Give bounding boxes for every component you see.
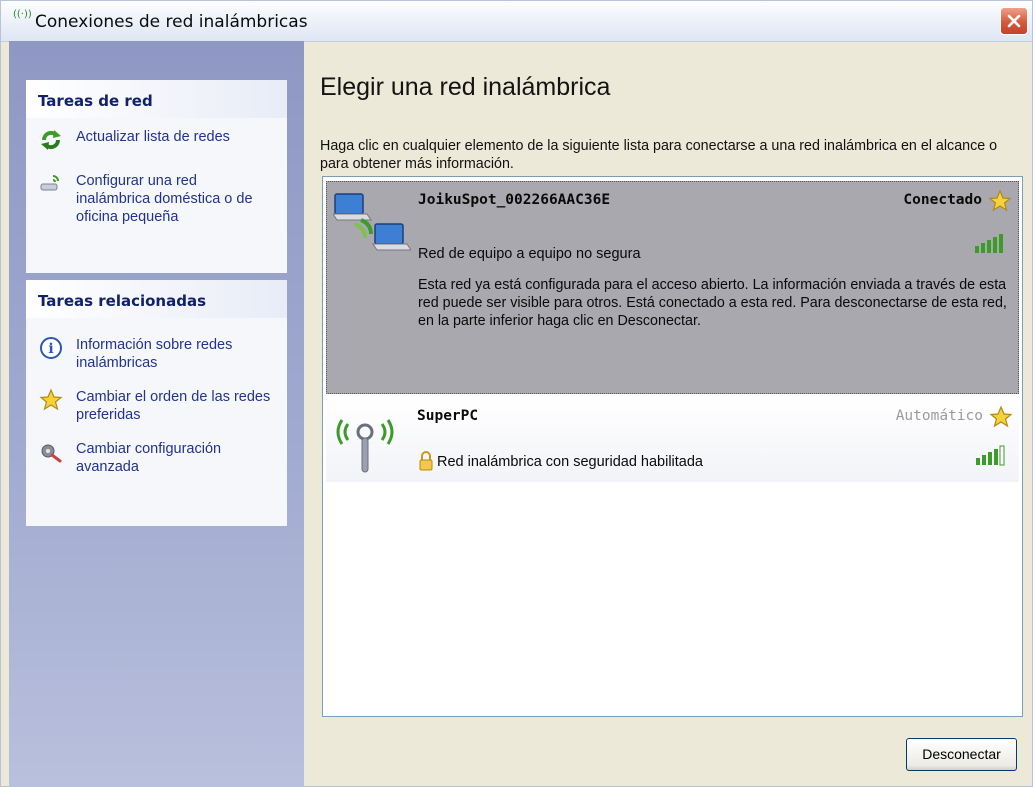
adhoc-computers-icon — [333, 193, 411, 251]
refresh-network-list-label: Actualizar lista de redes — [76, 129, 230, 145]
signal-strength-icon — [975, 234, 1003, 253]
network-item-joikuspot[interactable]: JoikuSpot_002266AAC36E Conectado Red de … — [326, 181, 1019, 394]
preferred-star-icon — [988, 189, 1012, 212]
wireless-connections-window: ((·)) Conexiones de red inalámbricas Tar… — [0, 0, 1033, 787]
network-security-type: Red de equipo a equipo no segura — [418, 246, 641, 262]
signal-strength-icon — [976, 445, 1005, 466]
instructions-text: Haga clic en cualquier elemento de la si… — [320, 138, 998, 172]
svg-text:i: i — [48, 341, 53, 357]
network-tasks-header: Tareas de red — [26, 80, 287, 118]
advanced-settings-icon — [41, 444, 62, 463]
close-button[interactable] — [1000, 7, 1028, 35]
wireless-antenna-icon — [336, 419, 394, 473]
preferred-star-icon — [989, 405, 1013, 428]
preferred-order-label: Cambiar el orden de las redes preferidas — [76, 389, 271, 423]
close-icon — [1007, 14, 1021, 28]
wireless-info-label: Información sobre redes inalámbricas — [76, 337, 233, 371]
network-setup-icon — [40, 175, 59, 191]
network-name: JoikuSpot_002266AAC36E — [418, 192, 611, 208]
network-status: Automático — [895, 408, 983, 424]
wireless-info-link[interactable]: i Información sobre redes inalámbricas — [26, 336, 287, 372]
setup-network-link[interactable]: Configurar una red inalámbrica doméstica… — [26, 172, 287, 226]
info-icon: i — [40, 337, 62, 359]
star-icon — [39, 388, 63, 411]
network-description: Esta red ya está configurada para el acc… — [418, 277, 1007, 329]
lock-icon — [419, 451, 433, 471]
window-title: Conexiones de red inalámbricas — [35, 12, 308, 32]
advanced-settings-link[interactable]: Cambiar configuración avanzada — [26, 440, 287, 476]
network-tasks-panel: Tareas de red Actualizar lista de redes — [26, 80, 287, 273]
refresh-icon — [41, 130, 61, 150]
preferred-order-link[interactable]: Cambiar el orden de las redes preferidas — [26, 388, 287, 424]
page-title: Elegir una red inalámbrica — [320, 73, 611, 101]
network-name: SuperPC — [417, 408, 479, 424]
advanced-settings-label: Cambiar configuración avanzada — [76, 441, 222, 475]
network-status: Conectado — [903, 192, 982, 208]
network-list[interactable]: JoikuSpot_002266AAC36E Conectado Red de … — [322, 176, 1023, 717]
network-item-superpc[interactable]: SuperPC Automático Red inalámbrica con s… — [326, 398, 1019, 482]
setup-network-label: Configurar una red inalámbrica doméstica… — [76, 173, 253, 225]
related-tasks-header: Tareas relacionadas — [26, 280, 287, 318]
task-pane: Tareas de red Actualizar lista de redes — [9, 41, 304, 786]
disconnect-button[interactable]: Desconectar — [906, 738, 1017, 771]
title-bar: ((·)) Conexiones de red inalámbricas — [1, 1, 1032, 42]
wireless-icon: ((·)) — [13, 9, 32, 20]
network-security-type: Red inalámbrica con seguridad habilitada — [437, 454, 703, 470]
refresh-network-list-link[interactable]: Actualizar lista de redes — [26, 128, 287, 150]
related-tasks-panel: Tareas relacionadas i Información sobre … — [26, 280, 287, 526]
